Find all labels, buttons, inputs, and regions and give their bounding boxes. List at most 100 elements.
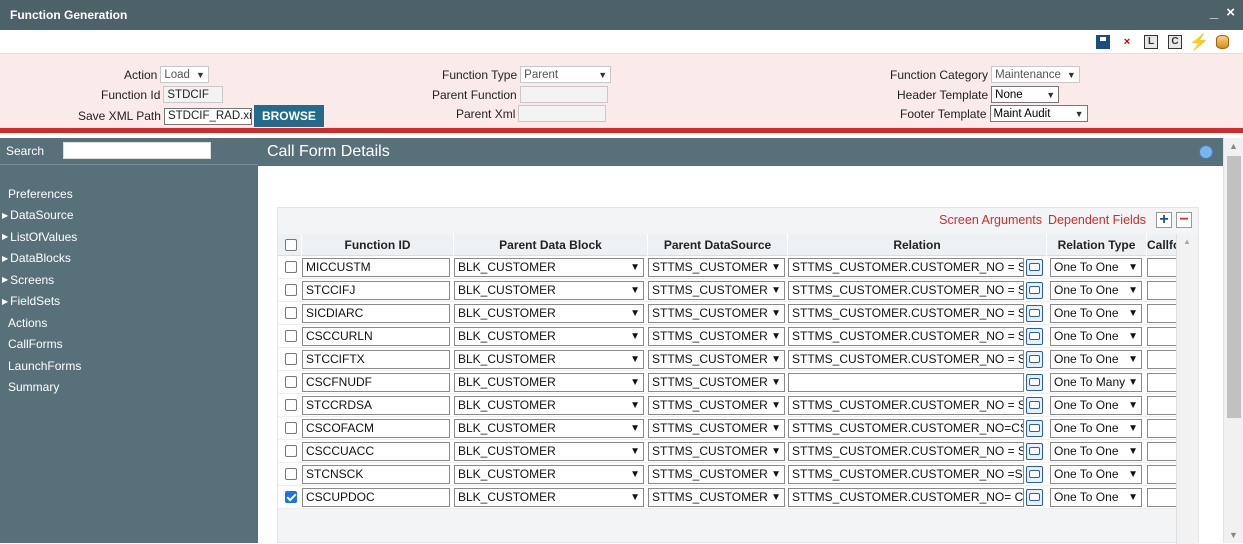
parent-block-select[interactable]: BLK_CUSTOMER ▼ (454, 464, 644, 484)
function-id-input[interactable]: CSCCURLN (302, 326, 450, 346)
parent-ds-select[interactable]: STTMS_CUSTOMER ▼ (648, 326, 785, 346)
parent-block-select[interactable]: BLK_CUSTOMER ▼ (454, 372, 644, 392)
parent-block-select[interactable]: BLK_CUSTOMER ▼ (454, 280, 644, 300)
relation-input[interactable]: STTMS_CUSTOMER.CUSTOMER_NO = ST (788, 349, 1024, 369)
sidebar-item-summary[interactable]: Summary (0, 377, 258, 399)
expand-arrow-icon[interactable]: ▶ (2, 297, 8, 306)
relation-input[interactable]: STTMS_CUSTOMER.CUSTOMER_NO = ST (788, 395, 1024, 415)
action-select[interactable]: Load ▼ (160, 66, 209, 83)
relation-editor-icon[interactable] (1026, 327, 1043, 345)
relation-type-select[interactable]: One To One ▼ (1050, 441, 1142, 461)
close-icon[interactable]: × (1120, 35, 1134, 49)
sidebar-item-actions[interactable]: Actions (0, 312, 258, 334)
select-all-checkbox[interactable] (284, 238, 297, 251)
search-input[interactable] (63, 142, 211, 159)
database-icon[interactable] (1216, 34, 1229, 49)
expand-arrow-icon[interactable]: ▶ (2, 232, 8, 241)
save-icon[interactable] (1096, 34, 1110, 49)
relation-editor-icon[interactable] (1026, 442, 1043, 460)
row-checkbox[interactable] (285, 445, 297, 457)
parent-ds-select[interactable]: STTMS_CUSTOMER ▼ (648, 441, 785, 461)
grid-scrollbar[interactable]: ▲ (1176, 234, 1198, 544)
relation-input[interactable]: STTMS_CUSTOMER.CUSTOMER_NO = ST (788, 280, 1024, 300)
callform-input[interactable] (1147, 418, 1178, 438)
parent-ds-select[interactable]: STTMS_CUSTOMER ▼ (648, 349, 785, 369)
relation-type-select[interactable]: One To One ▼ (1050, 349, 1142, 369)
header-template-select[interactable]: None ▼ (991, 86, 1060, 103)
parent-ds-select[interactable]: STTMS_CUSTOMER ▼ (648, 464, 785, 484)
scrollbar-thumb[interactable] (1227, 156, 1241, 418)
footer-template-select[interactable]: Maint Audit ▼ (989, 105, 1088, 122)
close-window-button[interactable]: × (1226, 5, 1235, 21)
row-checkbox[interactable] (285, 353, 297, 365)
relation-type-select[interactable]: One To One ▼ (1050, 418, 1142, 438)
row-checkbox[interactable] (285, 330, 297, 342)
row-checkbox[interactable] (285, 491, 297, 503)
parent-ds-select[interactable]: STTMS_CUSTOMER ▼ (648, 303, 785, 323)
sidebar-item-fieldsets[interactable]: ▶ FieldSets (0, 291, 258, 313)
function-type-select[interactable]: Parent ▼ (520, 66, 612, 83)
l-icon[interactable]: L (1144, 34, 1158, 49)
callform-input[interactable] (1147, 372, 1178, 392)
function-id-input[interactable]: CSCCUACC (302, 441, 450, 461)
callform-input[interactable] (1147, 257, 1178, 277)
function-id-input[interactable]: CSCFNUDF (302, 372, 450, 392)
parent-ds-select[interactable]: STTMS_CUSTOMER ▼ (648, 257, 785, 277)
row-checkbox[interactable] (285, 307, 297, 319)
remove-row-button[interactable]: − (1176, 211, 1192, 228)
header-select-all[interactable] (278, 233, 302, 256)
function-id-input[interactable]: MICCUSTM (302, 257, 450, 277)
sidebar-item-listofvalues[interactable]: ▶ ListOfValues (0, 226, 258, 248)
scroll-up-icon[interactable]: ▲ (1229, 141, 1238, 151)
parent-block-select[interactable]: BLK_CUSTOMER ▼ (454, 326, 644, 346)
relation-type-select[interactable]: One To One ▼ (1050, 487, 1142, 507)
parent-xml-field[interactable] (518, 105, 607, 122)
row-checkbox[interactable] (285, 422, 297, 434)
dependent-fields-link[interactable]: Dependent Fields (1048, 213, 1146, 227)
relation-editor-icon[interactable] (1026, 373, 1043, 391)
callform-input[interactable] (1147, 326, 1178, 346)
refresh-icon[interactable] (1199, 145, 1213, 159)
sidebar-item-preferences[interactable]: Preferences (0, 183, 258, 205)
relation-type-select[interactable]: One To One ▼ (1050, 280, 1142, 300)
relation-editor-icon[interactable] (1026, 396, 1043, 414)
sidebar-item-datablocks[interactable]: ▶ DataBlocks (0, 248, 258, 270)
page-scrollbar[interactable]: ▲ ▼ (1223, 138, 1243, 543)
parent-ds-select[interactable]: STTMS_CUSTOMER ▼ (648, 372, 785, 392)
sidebar-item-screens[interactable]: ▶ Screens (0, 269, 258, 291)
parent-block-select[interactable]: BLK_CUSTOMER ▼ (454, 395, 644, 415)
expand-arrow-icon[interactable]: ▶ (2, 254, 8, 263)
callform-input[interactable] (1147, 349, 1178, 369)
screen-arguments-link[interactable]: Screen Arguments (939, 213, 1042, 227)
relation-input[interactable]: STTMS_CUSTOMER.CUSTOMER_NO = ST (788, 441, 1024, 461)
callform-input[interactable] (1147, 395, 1178, 415)
parent-block-select[interactable]: BLK_CUSTOMER ▼ (454, 303, 644, 323)
callform-input[interactable] (1147, 487, 1178, 507)
parent-block-select[interactable]: BLK_CUSTOMER ▼ (454, 257, 644, 277)
function-id-input[interactable]: STCNSCK (302, 464, 450, 484)
relation-input[interactable]: STTMS_CUSTOMER.CUSTOMER_NO = ST (788, 303, 1024, 323)
relation-editor-icon[interactable] (1026, 304, 1043, 322)
row-checkbox[interactable] (285, 376, 297, 388)
row-checkbox[interactable] (285, 261, 297, 273)
relation-editor-icon[interactable] (1026, 258, 1043, 276)
browse-button[interactable]: BROWSE (253, 105, 324, 127)
generate-icon[interactable]: ⚡ (1189, 34, 1209, 51)
expand-arrow-icon[interactable]: ▶ (2, 275, 8, 284)
function-id-input[interactable]: STCCIFTX (302, 349, 450, 369)
function-id-input[interactable]: SICDIARC (302, 303, 450, 323)
relation-input[interactable]: STTMS_CUSTOMER.CUSTOMER_NO= CS (788, 487, 1024, 507)
relation-input[interactable]: STTMS_CUSTOMER.CUSTOMER_NO =ST (788, 464, 1024, 484)
relation-input[interactable]: STTMS_CUSTOMER.CUSTOMER_NO = ST (788, 257, 1024, 277)
add-row-button[interactable]: + (1156, 211, 1172, 228)
function-id-input[interactable]: STCCIFJ (302, 280, 450, 300)
callform-input[interactable] (1147, 464, 1178, 484)
function-category-select[interactable]: Maintenance ▼ (991, 66, 1080, 83)
parent-ds-select[interactable]: STTMS_CUSTOMER ▼ (648, 395, 785, 415)
row-checkbox[interactable] (285, 284, 297, 296)
relation-editor-icon[interactable] (1026, 419, 1043, 437)
relation-type-select[interactable]: One To One ▼ (1050, 395, 1142, 415)
relation-input[interactable] (788, 372, 1024, 392)
scroll-up-icon[interactable]: ▲ (1183, 237, 1191, 246)
parent-function-field[interactable] (519, 86, 608, 103)
